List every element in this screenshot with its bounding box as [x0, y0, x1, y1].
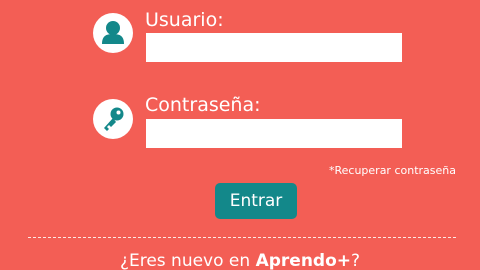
user-icon [93, 13, 133, 53]
divider [28, 237, 456, 238]
key-icon [93, 99, 133, 139]
password-input[interactable] [146, 119, 402, 148]
username-label: Usuario: [145, 9, 224, 31]
recover-password-link[interactable]: *Recuperar contraseña [329, 164, 456, 178]
register-prompt-suffix: ? [351, 251, 361, 270]
password-label: Contraseña: [145, 94, 261, 116]
register-prompt: ¿Eres nuevo en Aprendo+? [0, 250, 480, 270]
register-brand-link[interactable]: Aprendo+ [256, 251, 351, 270]
submit-button[interactable]: Entrar [215, 183, 297, 219]
register-prompt-text: ¿Eres nuevo en [119, 251, 256, 270]
username-input[interactable] [146, 33, 402, 62]
login-panel: Usuario: Contraseña: *Recuperar contrase… [0, 0, 480, 270]
